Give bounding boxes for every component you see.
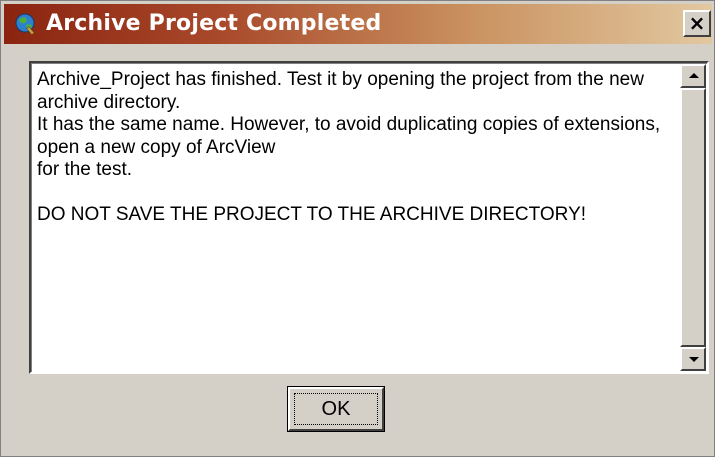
dialog-title: Archive Project Completed: [46, 11, 382, 36]
ok-button[interactable]: OK: [287, 386, 385, 432]
message-line: It has the same name. However, to avoid …: [37, 114, 661, 158]
scroll-thumb[interactable]: [680, 88, 706, 347]
scroll-down-arrow-icon: [689, 357, 699, 362]
scroll-down-button[interactable]: [680, 347, 706, 371]
dialog-window: Archive Project Completed × Archive_Proj…: [0, 0, 715, 457]
vertical-scrollbar[interactable]: [680, 64, 706, 371]
scroll-track[interactable]: [680, 88, 706, 347]
message-warning-line: DO NOT SAVE THE PROJECT TO THE ARCHIVE D…: [37, 203, 587, 225]
ok-button-label: OK: [294, 393, 378, 425]
arcview-globe-icon: [14, 12, 38, 36]
message-text-area[interactable]: Archive_Project has finished. Test it by…: [29, 61, 709, 374]
scroll-up-arrow-icon: [689, 73, 699, 78]
message-line: for the test.: [37, 159, 133, 180]
title-bar[interactable]: Archive Project Completed ×: [4, 4, 712, 44]
message-line: Archive_Project has finished. Test it by…: [37, 69, 644, 113]
close-button[interactable]: ×: [683, 10, 711, 37]
scroll-up-button[interactable]: [680, 64, 706, 88]
message-body: Archive_Project has finished. Test it by…: [37, 69, 673, 226]
message-blank-line: [37, 182, 673, 204]
close-icon: ×: [688, 11, 706, 35]
